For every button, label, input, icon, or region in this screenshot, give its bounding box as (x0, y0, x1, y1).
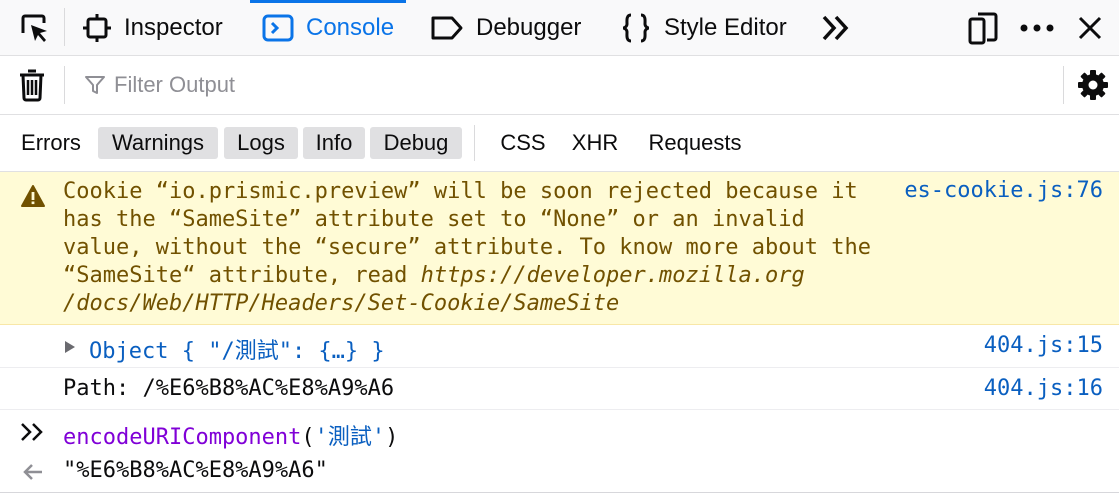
filter-icon (85, 76, 105, 94)
more-horizontal-icon (1020, 24, 1054, 31)
tab-selected-indicator (250, 0, 407, 3)
filter-separator-right (1063, 66, 1064, 104)
tab-debugger[interactable]: Debugger (418, 0, 593, 55)
tab-console[interactable]: Console (250, 0, 407, 55)
command-argument: '測試' (314, 425, 386, 450)
console-log-message: Path: /%E6%B8%AC%E8%A9%A6 404.js:16 (0, 368, 1119, 410)
gear-icon (1078, 70, 1108, 100)
console-filter-bar: Filter Output (0, 56, 1119, 115)
tab-inspector[interactable]: Inspector (70, 0, 235, 55)
inspector-icon (83, 13, 111, 42)
tab-debugger-label: Debugger (476, 13, 582, 41)
style-editor-icon (622, 13, 650, 42)
warning-icon (21, 185, 45, 207)
toolbar-separator (64, 8, 65, 46)
console-command-message: encodeURIComponent('測試') (0, 410, 1119, 452)
category-separator (474, 125, 475, 161)
tab-inspector-label: Inspector (124, 13, 223, 41)
filter-output-input[interactable]: Filter Output (84, 68, 1024, 102)
expand-arrow-icon[interactable] (64, 340, 76, 354)
message-source-link[interactable]: es-cookie.js:76 (904, 178, 1103, 203)
command-paren-open: ( (301, 425, 315, 450)
tab-style-editor[interactable]: Style Editor (608, 0, 799, 55)
console-settings-button[interactable] (1070, 64, 1116, 106)
more-options-button[interactable] (1012, 0, 1062, 55)
element-picker-icon (21, 14, 47, 42)
filter-debug-button[interactable]: Debug (370, 127, 462, 159)
object-preview[interactable]: Object { "/測試": {…} } (89, 333, 385, 365)
tabs-overflow-button[interactable] (812, 0, 860, 55)
filter-xhr-button[interactable]: XHR (563, 127, 627, 159)
tab-console-label: Console (306, 13, 395, 41)
responsive-design-icon (968, 12, 998, 44)
clear-console-button[interactable] (10, 64, 54, 106)
responsive-design-button[interactable] (958, 0, 1008, 55)
filter-errors-button[interactable]: Errors (12, 127, 90, 159)
console-log-message: Object { "/測試": {…} } 404.js:15 (0, 325, 1119, 368)
element-picker-button[interactable] (10, 0, 58, 55)
filter-css-button[interactable]: CSS (490, 127, 556, 159)
close-icon (1078, 16, 1102, 39)
filter-separator (64, 66, 65, 104)
filter-logs-button[interactable]: Logs (224, 127, 298, 159)
warning-message-text: Cookie “io.prismic.preview” will be soon… (63, 178, 883, 318)
message-source-link[interactable]: 404.js:15 (984, 333, 1103, 358)
command-paren-close: ) (385, 425, 399, 450)
tab-style-editor-label: Style Editor (664, 13, 787, 41)
console-category-bar: Errors Warnings Logs Info Debug CSS XHR … (0, 115, 1119, 172)
console-warning-message: Cookie “io.prismic.preview” will be soon… (0, 172, 1119, 325)
result-value: "%E6%B8%AC%E8%A9%A6" (63, 458, 328, 483)
close-devtools-button[interactable] (1066, 0, 1114, 55)
result-arrow-icon (23, 464, 42, 480)
filter-warnings-button[interactable]: Warnings (98, 127, 218, 159)
command-function: encodeURIComponent (63, 425, 302, 450)
message-source-link[interactable]: 404.js:16 (984, 376, 1103, 401)
console-result-message: "%E6%B8%AC%E8%A9%A6" (0, 452, 1119, 493)
command-text: encodeURIComponent('測試') (63, 419, 398, 451)
trash-icon (20, 69, 44, 102)
filter-requests-button[interactable]: Requests (636, 127, 754, 159)
debugger-icon (431, 16, 463, 39)
console-icon (262, 14, 294, 41)
double-chevron-right-icon (822, 15, 849, 40)
devtools-toolbar: Inspector Console Debugger Style Editor (0, 0, 1119, 56)
filter-info-button[interactable]: Info (303, 127, 365, 159)
command-prompt-icon (21, 423, 43, 441)
filter-placeholder: Filter Output (114, 72, 236, 97)
log-text: Path: /%E6%B8%AC%E8%A9%A6 (63, 376, 395, 401)
